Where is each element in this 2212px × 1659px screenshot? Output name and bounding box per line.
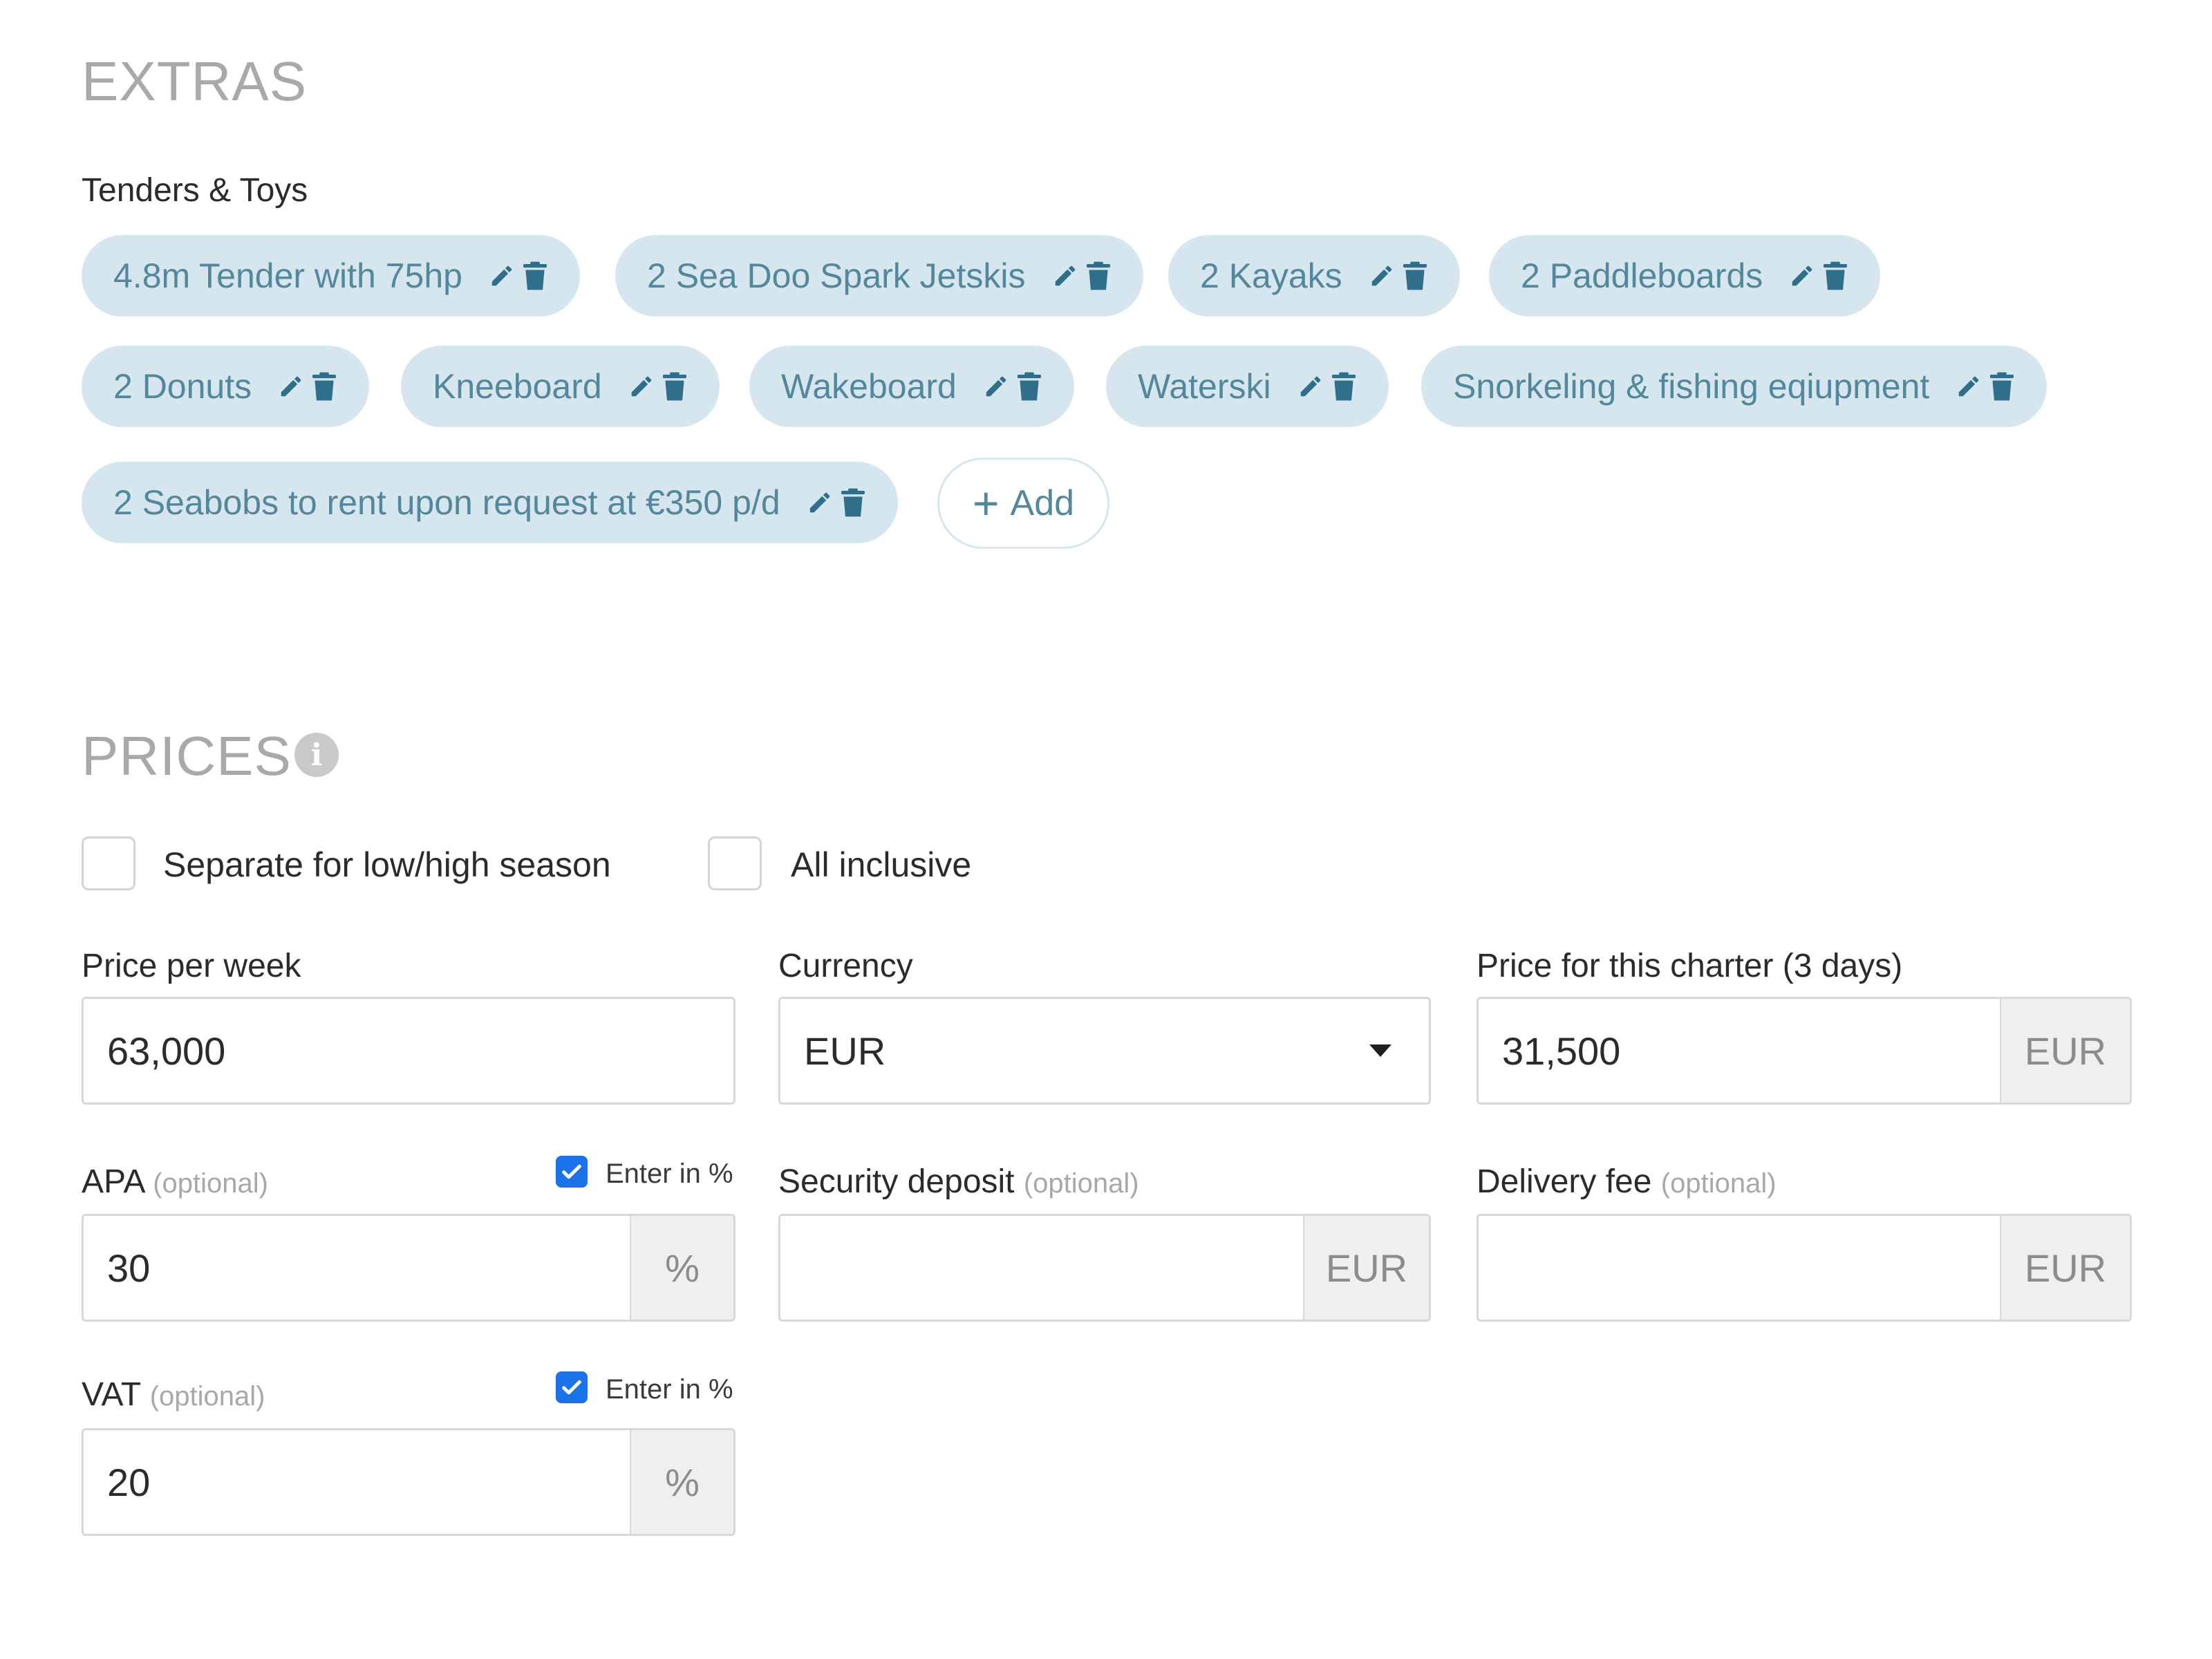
tenders-toys-label: Tenders & Toys [82, 172, 308, 209]
security-deposit-label: Security deposit (optional) [778, 1165, 1139, 1199]
delivery-fee-label: Delivery fee (optional) [1477, 1165, 1777, 1199]
pencil-icon[interactable] [487, 259, 516, 293]
apa-input[interactable]: 30 [82, 1214, 632, 1322]
currency-label: Currency [778, 948, 913, 984]
extra-tag-label: Waterski [1138, 367, 1271, 406]
vat-value: 20 [107, 1460, 151, 1504]
extra-tag-label: Wakeboard [781, 367, 957, 406]
security-deposit-unit: EUR [1304, 1214, 1431, 1322]
separate-season-checkbox[interactable] [82, 836, 135, 890]
apa-optional-text: (optional) [153, 1168, 268, 1199]
extra-tag-label: 2 Donuts [113, 367, 252, 406]
trash-icon[interactable] [1821, 259, 1850, 293]
extra-tag[interactable]: 2 Sea Doo Spark Jetskis [615, 235, 1143, 317]
extra-tag[interactable]: Kneeboard [401, 346, 720, 427]
pencil-icon[interactable] [805, 485, 834, 520]
extra-tag-label: 2 Seabobs to rent upon request at €350 p… [113, 483, 780, 522]
add-extra-button[interactable]: + Add [937, 458, 1110, 549]
security-deposit-optional-text: (optional) [1023, 1168, 1139, 1199]
apa-enter-percent-checkbox[interactable] [556, 1156, 588, 1188]
info-icon[interactable]: i [294, 733, 339, 777]
vat-label: VAT (optional) [82, 1378, 265, 1412]
trash-icon[interactable] [521, 259, 550, 293]
pencil-icon[interactable] [1788, 259, 1817, 293]
price-per-week-value: 63,000 [107, 1029, 226, 1073]
currency-select[interactable]: EUR [778, 997, 1431, 1105]
extra-tag-label: Kneeboard [433, 367, 602, 406]
trash-icon[interactable] [1015, 369, 1044, 404]
vat-enter-percent-checkbox[interactable] [556, 1371, 588, 1403]
all-inclusive-checkbox[interactable] [708, 836, 762, 890]
apa-label: APA (optional) [82, 1165, 268, 1199]
charter-price-input[interactable]: 31,500 [1477, 997, 2002, 1105]
delivery-fee-input[interactable] [1477, 1214, 2002, 1322]
security-deposit-input[interactable] [778, 1214, 1305, 1322]
pencil-icon[interactable] [982, 369, 1011, 404]
delivery-fee-label-text: Delivery fee [1477, 1163, 1652, 1200]
extra-tag[interactable]: 4.8m Tender with 75hp [82, 235, 580, 317]
pencil-icon[interactable] [1367, 259, 1396, 293]
extra-tag[interactable]: 2 Seabobs to rent upon request at €350 p… [82, 462, 898, 543]
trash-icon[interactable] [310, 369, 339, 404]
checkmark-icon [562, 1164, 581, 1179]
vat-unit: % [630, 1428, 735, 1536]
trash-icon[interactable] [1987, 369, 2016, 404]
trash-icon[interactable] [660, 369, 689, 404]
security-deposit-label-text: Security deposit [778, 1163, 1015, 1200]
extra-tag-label: 2 Kayaks [1200, 256, 1342, 295]
delivery-fee-optional-text: (optional) [1660, 1168, 1777, 1199]
pencil-icon[interactable] [1954, 369, 1983, 404]
vat-label-text: VAT [82, 1376, 141, 1413]
pencil-icon[interactable] [276, 369, 306, 404]
extras-section-title: EXTRAS [82, 50, 308, 112]
charter-price-label: Price for this charter (3 days) [1477, 948, 1903, 984]
prices-section-title: PRICES [82, 725, 292, 787]
price-per-week-label: Price per week [82, 948, 301, 984]
all-inclusive-label: All inclusive [791, 845, 972, 884]
extra-tag-label: Snorkeling & fishing eqiupment [1453, 367, 1930, 406]
charter-price-unit: EUR [2000, 997, 2132, 1105]
plus-icon: + [973, 478, 1000, 529]
apa-value: 30 [107, 1246, 151, 1290]
price-per-week-input[interactable]: 63,000 [82, 997, 735, 1105]
caret-down-icon [1369, 1044, 1391, 1057]
extra-tag[interactable]: Wakeboard [749, 346, 1074, 427]
extra-tag-label: 2 Paddleboards [1521, 256, 1763, 295]
separate-season-label: Separate for low/high season [163, 845, 611, 884]
extra-tag[interactable]: 2 Donuts [82, 346, 370, 427]
trash-icon[interactable] [1329, 369, 1358, 404]
pencil-icon[interactable] [1296, 369, 1325, 404]
charter-price-value: 31,500 [1502, 1029, 1621, 1073]
vat-enter-percent-label: Enter in % [606, 1374, 733, 1405]
currency-selected-value: EUR [804, 1029, 886, 1073]
extra-tag[interactable]: Waterski [1106, 346, 1389, 427]
extra-tag[interactable]: 2 Paddleboards [1489, 235, 1881, 317]
trash-icon[interactable] [838, 485, 868, 520]
vat-optional-text: (optional) [149, 1381, 265, 1412]
apa-enter-percent-label: Enter in % [606, 1159, 733, 1189]
extra-tag[interactable]: 2 Kayaks [1168, 235, 1460, 317]
extra-tag-label: 2 Sea Doo Spark Jetskis [647, 256, 1026, 295]
delivery-fee-unit: EUR [2000, 1214, 2132, 1322]
trash-icon[interactable] [1400, 259, 1430, 293]
vat-input[interactable]: 20 [82, 1428, 632, 1536]
add-extra-label: Add [1010, 483, 1075, 523]
extra-tag[interactable]: Snorkeling & fishing eqiupment [1421, 346, 2047, 427]
pencil-icon[interactable] [627, 369, 656, 404]
trash-icon[interactable] [1084, 259, 1113, 293]
apa-unit: % [630, 1214, 735, 1322]
apa-label-text: APA [82, 1163, 144, 1200]
pencil-icon[interactable] [1051, 259, 1080, 293]
extra-tag-label: 4.8m Tender with 75hp [113, 256, 462, 295]
checkmark-icon [562, 1380, 581, 1395]
